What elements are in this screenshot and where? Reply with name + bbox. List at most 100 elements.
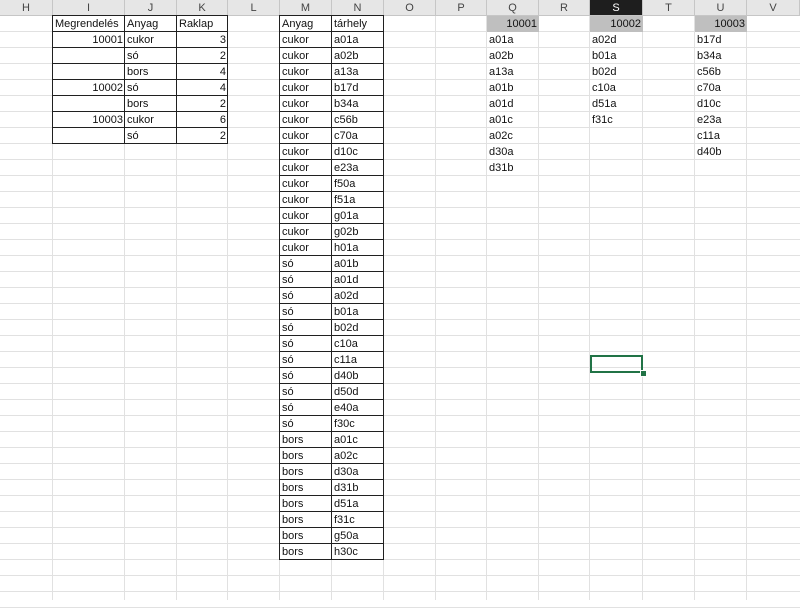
result-cell[interactable]: b34a <box>695 48 747 64</box>
storage-cell[interactable]: d30a <box>332 464 384 480</box>
column-header-n[interactable]: N <box>332 0 384 16</box>
storage-header-cell[interactable]: tárhely <box>332 16 384 32</box>
result-cell[interactable]: c56b <box>695 64 747 80</box>
storage-cell[interactable]: só <box>280 368 332 384</box>
storage-cell[interactable]: a01a <box>332 32 384 48</box>
storage-cell[interactable]: só <box>280 288 332 304</box>
column-header-k[interactable]: K <box>177 0 228 16</box>
result-cell[interactable]: a01a <box>487 32 539 48</box>
storage-cell[interactable]: h01a <box>332 240 384 256</box>
storage-cell[interactable]: d31b <box>332 480 384 496</box>
column-header-h[interactable]: H <box>0 0 53 16</box>
storage-cell[interactable]: c11a <box>332 352 384 368</box>
storage-cell[interactable]: cukor <box>280 224 332 240</box>
storage-cell[interactable]: b02d <box>332 320 384 336</box>
result-cell[interactable]: b01a <box>590 48 643 64</box>
storage-cell[interactable]: b34a <box>332 96 384 112</box>
storage-cell[interactable]: e40a <box>332 400 384 416</box>
result-cell[interactable]: a02d <box>590 32 643 48</box>
storage-cell[interactable]: cukor <box>280 80 332 96</box>
storage-cell[interactable]: d40b <box>332 368 384 384</box>
storage-cell[interactable]: só <box>280 304 332 320</box>
storage-cell[interactable]: d10c <box>332 144 384 160</box>
orders-header-cell[interactable]: Megrendelés <box>53 16 125 32</box>
storage-cell[interactable]: d51a <box>332 496 384 512</box>
column-header-r[interactable]: R <box>539 0 590 16</box>
orders-cell[interactable]: só <box>125 48 177 64</box>
orders-cell[interactable]: cukor <box>125 112 177 128</box>
orders-cell[interactable]: 4 <box>177 80 228 96</box>
result-cell[interactable]: c11a <box>695 128 747 144</box>
storage-cell[interactable]: cukor <box>280 240 332 256</box>
storage-cell[interactable]: só <box>280 320 332 336</box>
result-cell[interactable]: a01b <box>487 80 539 96</box>
result-cell[interactable]: a01d <box>487 96 539 112</box>
storage-cell[interactable]: só <box>280 400 332 416</box>
storage-header-cell[interactable]: Anyag <box>280 16 332 32</box>
orders-cell[interactable]: 10001 <box>53 32 125 48</box>
storage-cell[interactable]: cukor <box>280 48 332 64</box>
storage-cell[interactable]: bors <box>280 512 332 528</box>
selected-cell[interactable] <box>590 355 643 373</box>
column-header-p[interactable]: P <box>436 0 487 16</box>
orders-cell[interactable]: bors <box>125 64 177 80</box>
orders-cell[interactable]: 2 <box>177 48 228 64</box>
result-cell[interactable]: d40b <box>695 144 747 160</box>
storage-cell[interactable]: cukor <box>280 192 332 208</box>
column-header-i[interactable]: I <box>53 0 125 16</box>
storage-cell[interactable]: c56b <box>332 112 384 128</box>
storage-cell[interactable]: cukor <box>280 32 332 48</box>
storage-cell[interactable]: a01b <box>332 256 384 272</box>
orders-cell[interactable]: 6 <box>177 112 228 128</box>
storage-cell[interactable]: f31c <box>332 512 384 528</box>
storage-cell[interactable]: cukor <box>280 144 332 160</box>
storage-cell[interactable]: só <box>280 272 332 288</box>
orders-cell[interactable]: bors <box>125 96 177 112</box>
orders-cell[interactable] <box>53 96 125 112</box>
storage-cell[interactable]: g50a <box>332 528 384 544</box>
result-cell[interactable]: f31c <box>590 112 643 128</box>
orders-cell[interactable]: 10002 <box>53 80 125 96</box>
orders-cell[interactable] <box>53 128 125 144</box>
storage-cell[interactable]: a01c <box>332 432 384 448</box>
column-header-t[interactable]: T <box>643 0 695 16</box>
column-header-j[interactable]: J <box>125 0 177 16</box>
column-header-o[interactable]: O <box>384 0 436 16</box>
orders-cell[interactable] <box>53 64 125 80</box>
storage-cell[interactable]: bors <box>280 528 332 544</box>
storage-cell[interactable]: g02b <box>332 224 384 240</box>
column-header-l[interactable]: L <box>228 0 280 16</box>
result-cell[interactable]: b17d <box>695 32 747 48</box>
storage-cell[interactable]: só <box>280 416 332 432</box>
storage-cell[interactable]: cukor <box>280 160 332 176</box>
column-header-u[interactable]: U <box>695 0 747 16</box>
orders-cell[interactable]: só <box>125 128 177 144</box>
storage-cell[interactable]: cukor <box>280 64 332 80</box>
column-header-v[interactable]: V <box>747 0 800 16</box>
storage-cell[interactable]: a02c <box>332 448 384 464</box>
storage-cell[interactable]: c10a <box>332 336 384 352</box>
column-header-m[interactable]: M <box>280 0 332 16</box>
fill-handle[interactable] <box>640 370 647 377</box>
orders-cell[interactable]: 3 <box>177 32 228 48</box>
storage-cell[interactable]: g01a <box>332 208 384 224</box>
result-cell[interactable]: e23a <box>695 112 747 128</box>
storage-cell[interactable]: só <box>280 336 332 352</box>
storage-cell[interactable]: h30c <box>332 544 384 560</box>
result-header-cell[interactable]: 10003 <box>695 16 747 32</box>
storage-cell[interactable]: bors <box>280 544 332 560</box>
result-cell[interactable]: d30a <box>487 144 539 160</box>
storage-cell[interactable]: bors <box>280 480 332 496</box>
storage-cell[interactable]: c70a <box>332 128 384 144</box>
storage-cell[interactable]: cukor <box>280 208 332 224</box>
result-cell[interactable]: d51a <box>590 96 643 112</box>
storage-cell[interactable]: e23a <box>332 160 384 176</box>
orders-cell[interactable]: 2 <box>177 128 228 144</box>
storage-cell[interactable]: a13a <box>332 64 384 80</box>
result-cell[interactable]: a02b <box>487 48 539 64</box>
orders-cell[interactable]: 4 <box>177 64 228 80</box>
orders-header-cell[interactable]: Raklap <box>177 16 228 32</box>
orders-cell[interactable]: 2 <box>177 96 228 112</box>
storage-cell[interactable]: bors <box>280 496 332 512</box>
result-cell[interactable]: d31b <box>487 160 539 176</box>
